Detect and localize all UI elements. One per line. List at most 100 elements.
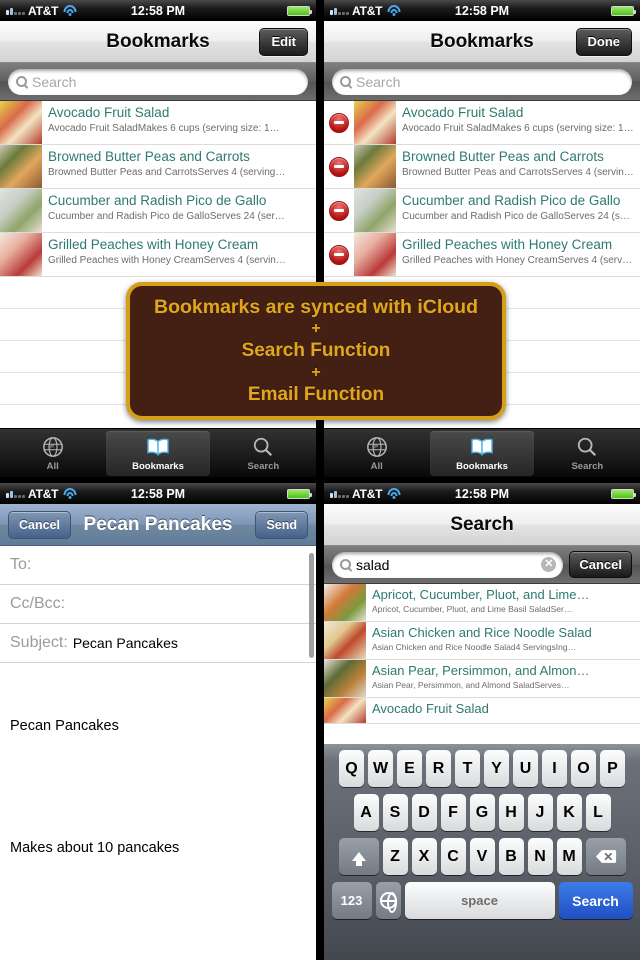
search-query: salad [356, 556, 390, 573]
key-z[interactable]: Z [382, 838, 408, 875]
key-u[interactable]: U [513, 750, 538, 787]
tab-bookmarks[interactable]: Bookmarks [430, 430, 534, 476]
space-key[interactable]: space [404, 882, 555, 919]
key-m[interactable]: M [556, 838, 582, 875]
key-a[interactable]: A [353, 794, 379, 831]
tab-label: Search [247, 460, 280, 472]
cancel-button[interactable]: Cancel [569, 551, 632, 578]
vertical-scrollbar[interactable] [309, 553, 314, 658]
tab-label: Search [571, 460, 604, 472]
globe-keyboard-icon[interactable] [375, 882, 401, 919]
key-n[interactable]: N [527, 838, 553, 875]
edit-button[interactable]: Edit [259, 27, 308, 56]
nav-bar: Bookmarks Edit [0, 21, 316, 63]
table-row[interactable]: Browned Butter Peas and Carrots Browned … [0, 145, 316, 189]
backspace-icon[interactable] [585, 838, 626, 875]
table-row[interactable]: Avocado Fruit Salad Avocado Fruit SaladM… [324, 101, 640, 145]
tab-label: Bookmarks [456, 460, 508, 472]
open-book-icon [146, 435, 170, 459]
search-results-list: Apricot, Cucumber, Pluot, and Lime… Apri… [324, 584, 640, 724]
row-subtitle: Grilled Peaches with Honey CreamServes 4… [48, 255, 286, 266]
key-g[interactable]: G [469, 794, 495, 831]
tab-all[interactable]: All [325, 431, 428, 476]
key-o[interactable]: O [571, 750, 596, 787]
delete-minus-icon[interactable] [324, 233, 354, 276]
key-i[interactable]: I [542, 750, 567, 787]
search-bar: Search [324, 63, 640, 101]
list-item[interactable]: Apricot, Cucumber, Pluot, and Lime… Apri… [324, 584, 640, 622]
search-input[interactable]: Search [8, 68, 308, 95]
key-b[interactable]: B [498, 838, 524, 875]
delete-minus-icon[interactable] [324, 189, 354, 232]
keyboard-row-2: A S D F G H J K L [326, 794, 638, 831]
key-p[interactable]: P [600, 750, 625, 787]
recipe-thumbnail [0, 145, 42, 188]
table-row[interactable]: Grilled Peaches with Honey Cream Grilled… [324, 233, 640, 277]
list-item[interactable]: Asian Chicken and Rice Noodle Salad Asia… [324, 622, 640, 660]
table-row[interactable]: Cucumber and Radish Pico de Gallo Cucumb… [0, 189, 316, 233]
tab-all[interactable]: All [1, 431, 104, 476]
table-row[interactable]: Cucumber and Radish Pico de Gallo Cucumb… [324, 189, 640, 233]
callout-banner: Bookmarks are synced with iCloud + Searc… [126, 282, 506, 420]
list-item[interactable]: Avocado Fruit Salad [324, 698, 640, 724]
key-w[interactable]: W [368, 750, 393, 787]
cancel-button[interactable]: Cancel [8, 510, 71, 539]
key-e[interactable]: E [397, 750, 422, 787]
recipe-thumbnail [354, 101, 396, 144]
battery-icon [611, 5, 636, 16]
to-field[interactable]: To: [0, 546, 316, 585]
clear-x-icon[interactable]: ✕ [541, 557, 557, 572]
search-input[interactable]: Search [332, 68, 632, 95]
send-button[interactable]: Send [255, 510, 308, 539]
delete-minus-icon[interactable] [324, 101, 354, 144]
key-d[interactable]: D [411, 794, 437, 831]
table-row[interactable]: Grilled Peaches with Honey Cream Grilled… [0, 233, 316, 277]
key-t[interactable]: T [455, 750, 480, 787]
clock-label: 12:58 PM [454, 486, 510, 501]
subject-field[interactable]: Subject: Pecan Pancakes [0, 624, 316, 663]
key-x[interactable]: X [411, 838, 437, 875]
row-text: Asian Pear, Persimmon, and Almon… Asian … [366, 660, 640, 697]
key-q[interactable]: Q [339, 750, 364, 787]
status-bar: AT&T 12:58 PM [324, 0, 640, 21]
key-v[interactable]: V [469, 838, 495, 875]
key-h[interactable]: H [498, 794, 524, 831]
panel-search: AT&T 12:58 PM Search salad ✕ Cancel Apri… [324, 483, 640, 960]
cc-bcc-field[interactable]: Cc/Bcc: [0, 585, 316, 624]
key-l[interactable]: L [585, 794, 611, 831]
key-f[interactable]: F [440, 794, 466, 831]
panel-mail-composer: AT&T 12:58 PM Cancel Pecan Pancakes Send… [0, 483, 316, 960]
search-input[interactable]: salad ✕ [332, 551, 564, 578]
key-c[interactable]: C [440, 838, 466, 875]
key-s[interactable]: S [382, 794, 408, 831]
on-screen-keyboard: Q W E R T Y U I O P A S D F G H J K L Z … [324, 744, 640, 960]
search-key[interactable]: Search [558, 882, 633, 919]
cc-bcc-label: Cc/Bcc: [10, 595, 66, 612]
tab-bar: All Bookmarks Search [324, 428, 640, 477]
row-text: Cucumber and Radish Pico de Gallo Cucumb… [396, 189, 640, 232]
list-item[interactable]: Asian Pear, Persimmon, and Almon… Asian … [324, 660, 640, 698]
mail-nav-bar: Cancel Pecan Pancakes Send [0, 504, 316, 546]
shift-arrow-icon[interactable] [338, 838, 379, 875]
key-y[interactable]: Y [484, 750, 509, 787]
key-j[interactable]: J [527, 794, 553, 831]
key-k[interactable]: K [556, 794, 582, 831]
delete-minus-icon[interactable] [324, 145, 354, 188]
done-button[interactable]: Done [575, 27, 632, 56]
mail-body[interactable]: Pecan Pancakes Makes about 10 pancakes I… [0, 663, 316, 960]
row-title: Avocado Fruit Salad [372, 701, 489, 716]
table-row[interactable]: Avocado Fruit Salad Avocado Fruit SaladM… [0, 101, 316, 145]
tab-bookmarks[interactable]: Bookmarks [106, 430, 210, 476]
clock-label: 12:58 PM [454, 3, 510, 18]
table-row[interactable]: Browned Butter Peas and Carrots Browned … [324, 145, 640, 189]
key-r[interactable]: R [426, 750, 451, 787]
search-icon [340, 76, 351, 87]
row-text: Avocado Fruit Salad Avocado Fruit SaladM… [396, 101, 640, 144]
callout-plus-1: + [311, 320, 321, 337]
tab-search[interactable]: Search [212, 431, 315, 476]
tab-search[interactable]: Search [536, 431, 639, 476]
numeric-key[interactable]: 123 [331, 882, 372, 919]
row-subtitle: Cucumber and Radish Pico de GalloServes … [48, 211, 285, 222]
page-title: Search [450, 513, 514, 535]
